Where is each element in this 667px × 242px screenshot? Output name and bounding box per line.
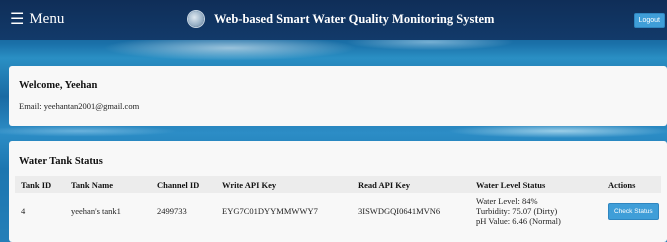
tank-status-card: Water Tank Status Tank ID Tank Name Chan… [9,141,667,242]
column-header-write-api-key: Write API Key [216,176,352,193]
user-email: Email: yeehantan2001@gmail.com [19,101,140,111]
hamburger-icon: ☰ [10,10,25,28]
menu-label: Menu [29,11,65,27]
cell-tank-id: 4 [21,206,26,216]
logout-button[interactable]: Logout [633,13,665,28]
cell-read-api-key: 3ISWDGQI0641MVN6 [358,206,441,216]
top-navbar: ☰ Menu Web-based Smart Water Quality Mon… [0,0,667,40]
cell-tank-name: yeehan's tank1 [71,206,121,216]
column-header-channel-id: Channel ID [151,176,216,193]
app-title: Web-based Smart Water Quality Monitoring… [214,11,495,26]
column-header-water-level-status: Water Level Status [470,176,602,193]
water-level-value: Water Level: 84% [476,196,538,206]
cell-actions: Check Status [602,193,661,229]
welcome-card: Welcome, Yeehan Email: yeehantan2001@gma… [9,66,667,126]
column-header-read-api-key: Read API Key [352,176,470,193]
turbidity-value: Turbidity: 75.07 (Dirty) [476,206,558,216]
table-row: 4 yeehan's tank1 2499733 EYG7C01DYYMMWWY… [15,193,661,229]
cell-channel-id: 2499733 [157,206,187,216]
tank-table: Tank ID Tank Name Channel ID Write API K… [15,176,661,229]
column-header-tank-id: Tank ID [15,176,65,193]
globe-icon [188,11,204,27]
menu-button[interactable]: ☰ Menu [10,11,64,28]
tank-status-heading: Water Tank Status [19,156,103,167]
column-header-tank-name: Tank Name [65,176,151,193]
welcome-heading: Welcome, Yeehan [19,80,98,91]
cell-write-api-key: EYG7C01DYYMMWWY7 [222,206,318,216]
ph-value: pH Value: 6.46 (Normal) [476,216,561,226]
check-status-button[interactable]: Check Status [608,202,659,220]
cell-water-level-status: Water Level: 84% Turbidity: 75.07 (Dirty… [470,193,602,229]
column-header-actions: Actions [602,176,661,193]
app-title-group: Web-based Smart Water Quality Monitoring… [188,11,494,27]
table-header-row: Tank ID Tank Name Channel ID Write API K… [15,176,661,193]
